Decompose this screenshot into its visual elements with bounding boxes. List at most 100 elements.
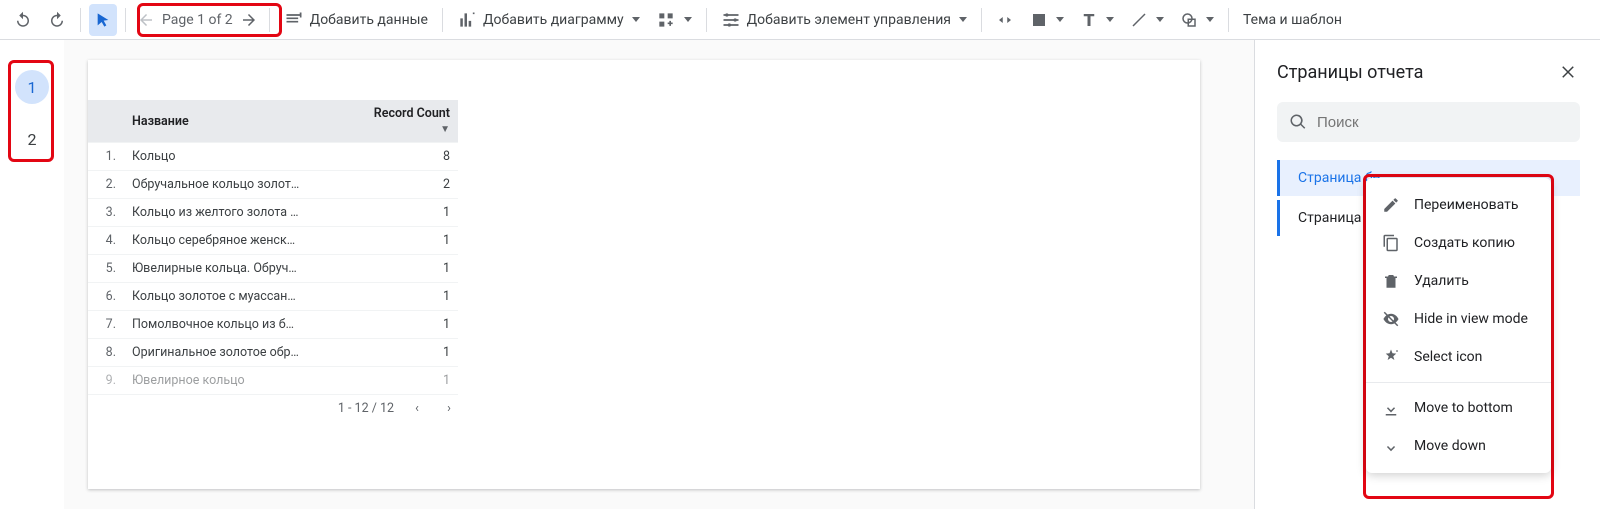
separator [981,8,982,32]
cell-count: 1 [358,227,458,255]
table-row[interactable]: 7.Помолвочное кольцо из б…1 [88,311,458,339]
cell-count: 1 [358,311,458,339]
separator [442,8,443,32]
page-navigator[interactable]: Page 1 of 2 [134,8,261,32]
cell-name: Обручальное кольцо золот… [124,171,358,199]
sort-desc-icon: ▼ [440,124,450,135]
shape-button[interactable] [1174,4,1220,36]
redo-button[interactable] [42,4,72,36]
community-visuals-button[interactable] [650,4,698,36]
table-row[interactable]: 8.Оригинальное золотое обр…1 [88,339,458,367]
menu-label: Переименовать [1414,197,1519,213]
menu-move-bottom[interactable]: Move to bottom [1366,389,1551,427]
menu-label: Создать копию [1414,235,1515,251]
menu-rename[interactable]: Переименовать [1366,186,1551,224]
cell-name: Оригинальное золотое обр… [124,339,358,367]
line-button[interactable] [1124,4,1170,36]
chevron-down-icon [1156,17,1164,22]
cell-name: Помолвочное кольцо из б… [124,311,358,339]
menu-select-icon[interactable]: Select icon [1366,338,1551,376]
menu-delete[interactable]: Удалить [1366,262,1551,300]
cell-count: 1 [358,255,458,283]
menu-label: Move to bottom [1414,400,1513,416]
chevron-down-icon [1206,17,1214,22]
panel-title: Страницы отчета [1277,62,1423,83]
chevron-down-icon [632,17,640,22]
close-panel-button[interactable] [1556,60,1580,84]
cell-idx: 2. [88,171,124,199]
table-row[interactable]: 6.Кольцо золотое с муассан…1 [88,283,458,311]
search-input[interactable] [1317,114,1568,131]
next-page-arrow[interactable] [237,8,261,32]
cell-idx: 6. [88,283,124,311]
embed-button[interactable] [990,4,1020,36]
menu-hide[interactable]: Hide in view mode [1366,300,1551,338]
menu-duplicate[interactable]: Создать копию [1366,224,1551,262]
image-button[interactable] [1024,4,1070,36]
cell-count: 1 [358,339,458,367]
cell-count: 1 [358,283,458,311]
search-icon [1289,113,1307,131]
separator [1228,8,1229,32]
cell-idx: 5. [88,255,124,283]
col-count-label: Record Count [374,106,450,121]
table-row[interactable]: 5.Ювелирные кольца. Обруч…1 [88,255,458,283]
chevron-down-icon [1056,17,1064,22]
table-row[interactable]: 2.Обручальное кольцо золот…2 [88,171,458,199]
pager-range: 1 - 12 / 12 [338,401,394,416]
add-data-button[interactable]: Добавить данные [278,4,434,36]
add-data-label: Добавить данные [310,12,428,28]
theme-button[interactable]: Тема и шаблон [1237,4,1348,36]
prev-page-arrow[interactable] [134,8,158,32]
chevron-down-icon [959,17,967,22]
toolbar: Page 1 of 2 Добавить данные Добавить диа… [0,0,1600,40]
pointer-tool-button[interactable] [89,4,117,36]
table-row[interactable]: 1.Кольцо8 [88,143,458,171]
menu-move-down[interactable]: Move down [1366,427,1551,465]
artboard[interactable]: Название Record Count ▼ 1.Кольцо82.Обруч… [88,60,1200,489]
page-thumb-number: 1 [28,78,37,97]
page-rail: 1 2 [0,40,64,509]
pager-prev-icon[interactable]: ‹ [408,401,426,416]
cell-idx: 1. [88,143,124,171]
menu-label: Move down [1414,438,1486,454]
page-thumb-1[interactable]: 1 [15,70,49,104]
table-row[interactable]: 9.Ювелирное кольцо1 [88,367,458,395]
col-name[interactable]: Название [124,100,358,143]
add-control-label: Добавить элемент управления [747,12,951,28]
page-nav-label: Page 1 of 2 [162,12,233,28]
cell-name: Кольцо серебряное женск… [124,227,358,255]
undo-button[interactable] [8,4,38,36]
add-control-button[interactable]: Добавить элемент управления [715,4,973,36]
search-box[interactable] [1277,102,1580,142]
pager-next-icon[interactable]: › [440,401,458,416]
cell-name: Ювелирные кольца. Обруч… [124,255,358,283]
cell-idx: 7. [88,311,124,339]
canvas-area: Название Record Count ▼ 1.Кольцо82.Обруч… [64,40,1254,509]
cell-name: Кольцо [124,143,358,171]
separator [125,8,126,32]
table-row[interactable]: 4.Кольцо серебряное женск…1 [88,227,458,255]
cell-idx: 9. [88,367,124,395]
menu-label: Hide in view mode [1414,311,1528,327]
theme-label: Тема и шаблон [1243,12,1342,28]
col-idx[interactable] [88,100,124,143]
col-count[interactable]: Record Count ▼ [358,100,458,143]
cell-idx: 8. [88,339,124,367]
cell-idx: 4. [88,227,124,255]
separator [80,8,81,32]
text-button[interactable] [1074,4,1120,36]
page-thumb-2[interactable]: 2 [15,122,49,156]
cell-count: 8 [358,143,458,171]
data-table[interactable]: Название Record Count ▼ 1.Кольцо82.Обруч… [88,100,458,395]
menu-separator [1366,382,1551,383]
chevron-down-icon [684,17,692,22]
cell-idx: 3. [88,199,124,227]
page-context-menu: Переименовать Создать копию Удалить Hide… [1366,178,1551,473]
add-chart-button[interactable]: Добавить диаграмму [451,4,646,36]
page-thumb-number: 2 [28,130,37,149]
cell-count: 2 [358,171,458,199]
separator [269,8,270,32]
cell-count: 1 [358,367,458,395]
table-row[interactable]: 3.Кольцо из желтого золота …1 [88,199,458,227]
